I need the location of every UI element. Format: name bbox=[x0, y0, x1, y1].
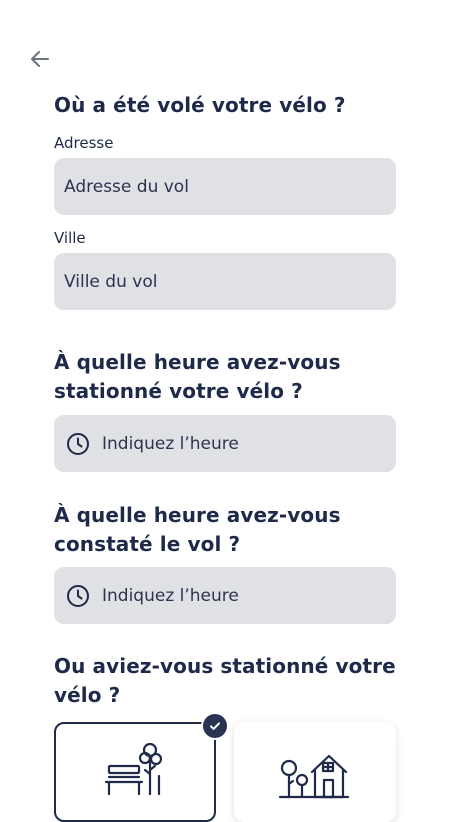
theft-location-title: Où a été volé votre vélo ? bbox=[54, 93, 346, 117]
city-field[interactable] bbox=[54, 253, 396, 310]
parking-option-home[interactable] bbox=[234, 722, 396, 822]
back-button[interactable] bbox=[26, 46, 54, 72]
clock-icon bbox=[67, 584, 89, 607]
noticed-time-picker[interactable]: Indiquez l’heure bbox=[54, 567, 396, 624]
selected-check-icon bbox=[201, 712, 229, 740]
address-input[interactable] bbox=[64, 176, 396, 197]
city-input[interactable] bbox=[64, 271, 396, 292]
address-field[interactable] bbox=[54, 158, 396, 215]
address-label: Adresse bbox=[54, 134, 114, 152]
parking-place-title: Ou aviez-vous stationné votre vélo ? bbox=[54, 654, 396, 707]
parked-time-title: À quelle heure avez-vous stationné votre… bbox=[54, 350, 341, 403]
city-label: Ville bbox=[54, 229, 86, 247]
noticed-time-placeholder: Indiquez l’heure bbox=[102, 585, 239, 606]
house-tree-icon bbox=[278, 754, 350, 799]
parked-time-placeholder: Indiquez l’heure bbox=[102, 433, 239, 454]
arrow-left-icon bbox=[31, 51, 49, 67]
street-bench-tree-icon bbox=[104, 742, 163, 796]
noticed-time-title: À quelle heure avez-vous constaté le vol… bbox=[54, 503, 341, 556]
parking-option-street[interactable] bbox=[54, 722, 216, 822]
clock-icon bbox=[67, 432, 89, 455]
parked-time-picker[interactable]: Indiquez l’heure bbox=[54, 415, 396, 472]
